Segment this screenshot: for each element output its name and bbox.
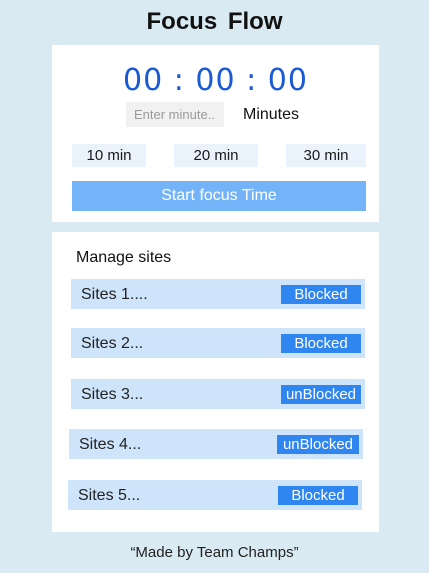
site-name: Sites 1....: [81, 286, 148, 303]
site-status-toggle[interactable]: unBlocked: [281, 385, 361, 404]
timer-card: 00 : 00 : 00 Minutes 10 min 20 min 30 mi…: [52, 45, 379, 222]
site-status-toggle[interactable]: Blocked: [278, 486, 358, 505]
timer-display: 00 : 00 : 00: [123, 63, 308, 98]
app-title: Focus Flow: [146, 8, 283, 35]
site-name: Sites 3...: [81, 386, 144, 403]
site-name: Sites 2...: [81, 335, 144, 352]
site-status-toggle[interactable]: unBlocked: [277, 435, 359, 454]
sites-card: Manage sites Sites 1.... Blocked Sites 2…: [52, 232, 379, 532]
preset-30-min-button[interactable]: 30 min: [286, 144, 366, 167]
manage-sites-title: Manage sites: [76, 249, 172, 266]
site-row: Sites 4... unBlocked: [69, 429, 363, 459]
minutes-input[interactable]: [126, 102, 224, 127]
site-row: Sites 3... unBlocked: [71, 379, 365, 409]
site-status-toggle[interactable]: Blocked: [281, 285, 361, 304]
start-focus-button[interactable]: Start focus Time: [72, 181, 366, 211]
preset-20-min-button[interactable]: 20 min: [174, 144, 258, 167]
site-status-toggle[interactable]: Blocked: [281, 334, 361, 353]
site-row: Sites 2... Blocked: [71, 328, 365, 358]
site-row: Sites 1.... Blocked: [71, 279, 365, 309]
preset-10-min-button[interactable]: 10 min: [72, 144, 146, 167]
site-name: Sites 4...: [79, 436, 142, 453]
footer-credit: “Made by Team Champs”: [130, 544, 299, 561]
site-name: Sites 5...: [78, 487, 141, 504]
site-row: Sites 5... Blocked: [68, 480, 362, 510]
minutes-label: Minutes: [243, 106, 300, 123]
